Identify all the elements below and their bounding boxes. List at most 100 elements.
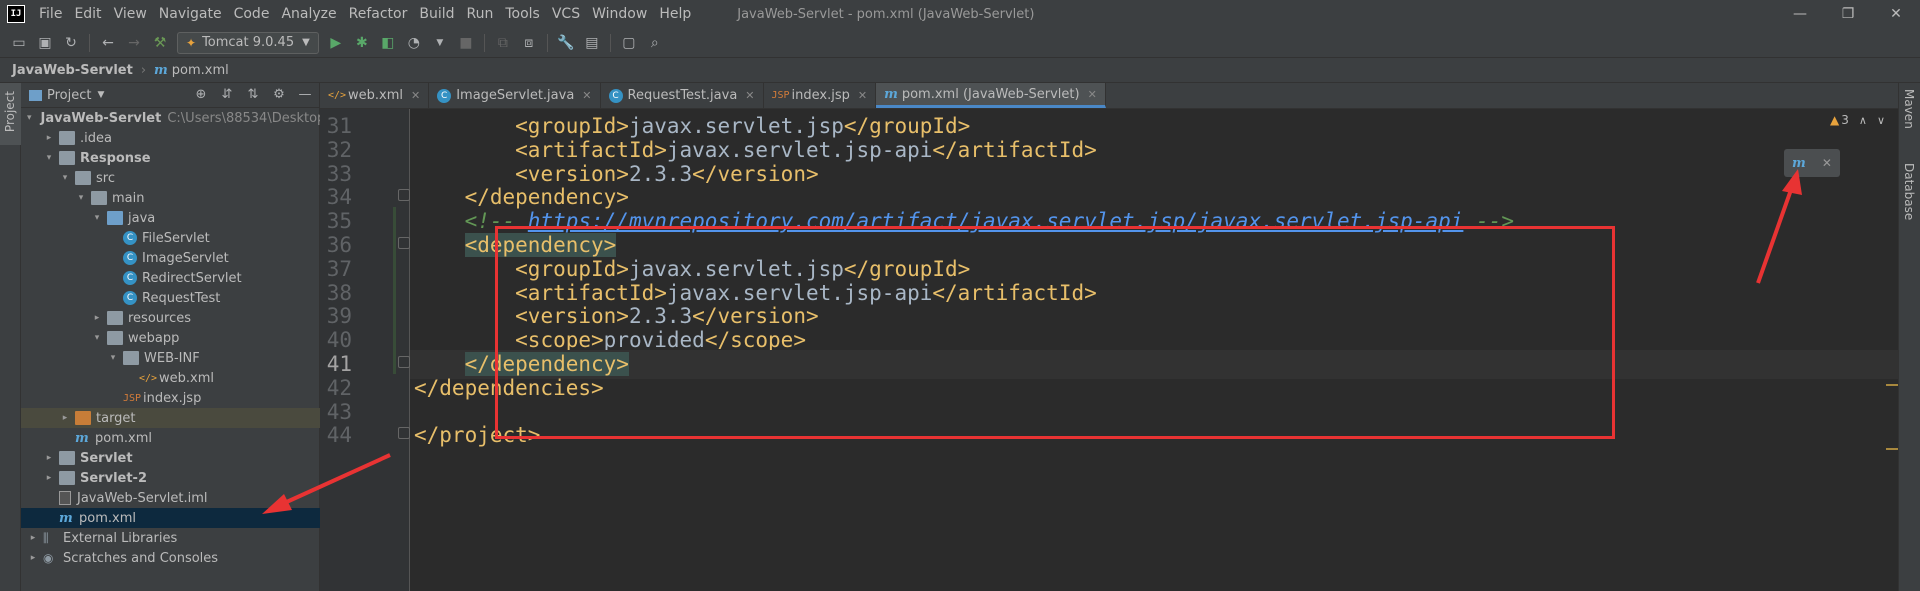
sync-icon[interactable]: ↻ [61,33,81,53]
inspection-widget[interactable]: ▲ 3 ∧ ∨ [1830,113,1885,127]
build-hammer-icon[interactable]: ⚒ [150,33,170,53]
tree-item[interactable]: ▸ Servlet [21,448,320,468]
menu-build[interactable]: Build [413,0,460,28]
database-tool-tab[interactable]: Database [1902,163,1916,220]
menu-window[interactable]: Window [586,0,653,28]
tree-item[interactable]: m pom.xml [21,428,320,448]
close-tab-icon[interactable]: ✕ [745,89,754,102]
tree-item[interactable]: ▸ target [21,408,320,428]
menu-run[interactable]: Run [461,0,500,28]
menu-analyze[interactable]: Analyze [275,0,342,28]
run-configuration-dropdown[interactable]: ✦ Tomcat 9.0.45 ▼ [177,31,319,54]
fold-marker-icon[interactable] [398,237,410,249]
expand-all-icon[interactable]: ⇵ [217,86,237,104]
close-tab-icon[interactable]: ✕ [858,89,867,102]
tree-item[interactable]: C RedirectServlet [21,268,320,288]
back-icon[interactable]: ← [98,33,118,53]
tree-item[interactable]: ▸ resources [21,308,320,328]
load-maven-changes-icon[interactable]: m [1792,156,1806,171]
menu-refactor[interactable]: Refactor [343,0,414,28]
tree-item[interactable]: C FileServlet [21,228,320,248]
project-structure-icon[interactable]: ▤ [582,33,602,53]
tree-item[interactable]: C ImageServlet [21,248,320,268]
editor-tab[interactable]: C ImageServlet.java ✕ [429,83,601,108]
collapse-all-icon[interactable]: ⇅ [243,86,263,104]
project-tool-tab[interactable]: Project [0,83,21,145]
chevron-right-icon[interactable]: ▸ [43,453,55,463]
tree-item[interactable]: ▾ JavaWeb-Servlet C:\Users\88534\Desktop\ [21,108,330,128]
tree-item[interactable]: ▸ ◉ Scratches and Consoles [21,548,320,568]
hide-panel-icon[interactable]: — [295,86,315,104]
menu-navigate[interactable]: Navigate [153,0,228,28]
chevron-down-icon[interactable]: ▾ [91,333,103,343]
menu-code[interactable]: Code [228,0,276,28]
menu-vcs[interactable]: VCS [546,0,586,28]
chevron-down-icon[interactable]: ▾ [43,153,55,163]
chevron-right-icon[interactable]: ▸ [91,313,103,323]
chevron-right-icon[interactable]: ▸ [27,553,39,563]
editor-tab[interactable]: JSP index.jsp ✕ [764,83,877,108]
previous-problem-icon[interactable]: ∧ [1859,114,1867,127]
stop-icon[interactable]: ■ [456,33,476,53]
profile-icon[interactable]: ◔ [404,33,424,53]
tree-item[interactable]: ▾ java [21,208,320,228]
close-tab-icon[interactable]: ✕ [411,89,420,102]
project-view-selector[interactable]: Project [47,88,91,103]
close-icon[interactable]: ✕ [1822,156,1832,170]
editor-tab[interactable]: m pom.xml (JavaWeb-Servlet) ✕ [876,83,1106,108]
maven-tool-tab[interactable]: Maven [1902,89,1916,129]
chevron-down-icon[interactable]: ▾ [59,173,71,183]
tree-item[interactable]: JSP index.jsp [21,388,320,408]
fold-marker-icon[interactable] [398,427,410,440]
close-tab-icon[interactable]: ✕ [1088,88,1097,101]
debug-icon[interactable]: ✱ [352,33,372,53]
menu-view[interactable]: View [108,0,153,28]
locate-file-icon[interactable]: ⊕ [191,86,211,104]
code-line[interactable]: </project> [410,421,1898,450]
minimize-button[interactable]: — [1776,0,1824,28]
build-project-icon[interactable]: ⧈ [519,33,539,53]
tree-item[interactable]: ▸ .idea [21,128,320,148]
tree-item[interactable]: ▾ WEB-INF [21,348,320,368]
chevron-down-icon[interactable]: ▼ [97,90,104,100]
tree-item[interactable]: ▾ src [21,168,320,188]
fold-marker-icon[interactable] [398,356,410,368]
restore-button[interactable]: ❐ [1824,0,1872,28]
run-icon[interactable]: ▶ [326,33,346,53]
chevron-right-icon[interactable]: ▸ [43,473,55,483]
tree-item[interactable]: </> web.xml [21,368,320,388]
tree-item[interactable]: m pom.xml [21,508,320,528]
more-run-icon[interactable]: ▼ [430,33,450,53]
settings-wrench-icon[interactable]: 🔧 [556,33,576,53]
tree-item[interactable]: ▾ main [21,188,320,208]
terminal-icon[interactable]: ▢ [619,33,639,53]
chevron-down-icon[interactable]: ▾ [27,113,32,123]
tree-item[interactable]: ▾ Response [21,148,320,168]
code-editor[interactable]: <groupId>javax.servlet.jsp</groupId> <ar… [410,109,1898,591]
editor-tab[interactable]: </> web.xml ✕ [320,83,430,108]
next-problem-icon[interactable]: ∨ [1877,114,1885,127]
save-all-icon[interactable]: ▣ [35,33,55,53]
menu-file[interactable]: File [33,0,68,28]
search-icon[interactable]: ⌕ [645,33,665,53]
menu-help[interactable]: Help [653,0,697,28]
breadcrumb-file[interactable]: pom.xml [172,63,229,78]
tree-item[interactable]: ▸ ⫼ External Libraries [21,528,320,548]
chevron-down-icon[interactable]: ▾ [75,193,87,203]
chevron-right-icon[interactable]: ▸ [59,413,71,423]
coverage-icon[interactable]: ◧ [378,33,398,53]
chevron-down-icon[interactable]: ▾ [91,213,103,223]
menu-edit[interactable]: Edit [68,0,107,28]
chevron-right-icon[interactable]: ▸ [27,533,39,543]
open-folder-icon[interactable]: ▭ [9,33,29,53]
attach-debugger-icon[interactable]: ⧉ [493,33,513,53]
chevron-right-icon[interactable]: ▸ [43,133,55,143]
editor-tab[interactable]: C RequestTest.java ✕ [601,83,764,108]
tree-item[interactable]: ▸ Servlet-2 [21,468,320,488]
close-tab-icon[interactable]: ✕ [582,89,591,102]
gear-icon[interactable]: ⚙ [269,86,289,104]
breadcrumb-project[interactable]: JavaWeb-Servlet [12,63,133,78]
forward-icon[interactable]: → [124,33,144,53]
tree-item[interactable]: ▾ webapp [21,328,320,348]
tree-item[interactable]: C RequestTest [21,288,320,308]
